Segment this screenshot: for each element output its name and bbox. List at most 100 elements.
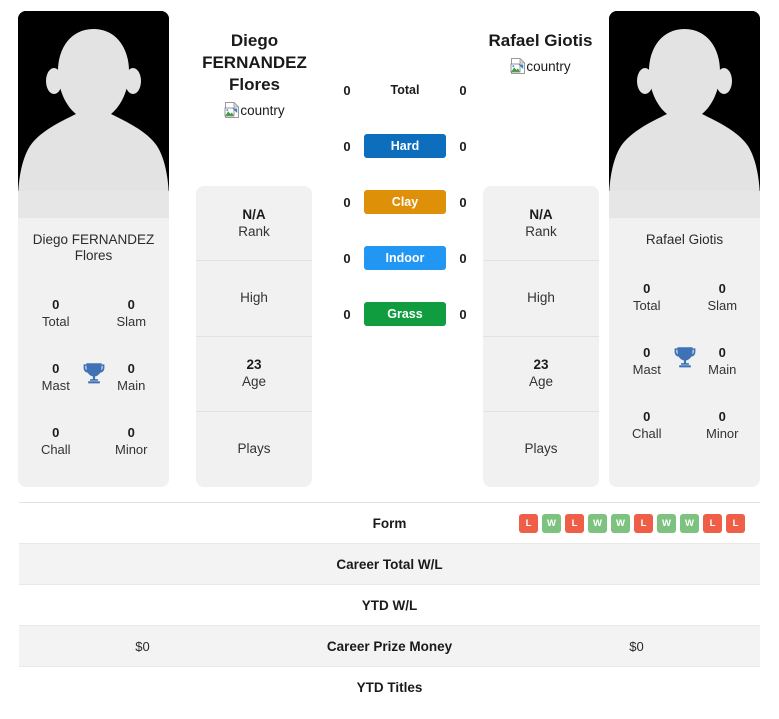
form-badge-win: W — [542, 513, 561, 533]
player-photo-card-right: Rafael Giotis 0 Total 0 Slam 0 Mast 0 Ma… — [609, 11, 760, 487]
form-badge-win: W — [680, 513, 699, 533]
info-cell-plays-left: Plays — [196, 412, 312, 487]
country-alt-text: country — [526, 58, 571, 74]
info-cell-age-left: 23 Age — [196, 337, 312, 412]
player-photo-name-left: Diego FERNANDEZ Flores — [18, 218, 169, 264]
titles-chall-label: Chall — [40, 442, 71, 457]
stat-right-value: LWLWWLWWLL — [513, 513, 760, 533]
country-alt-text: country — [240, 102, 285, 118]
titles-total-label: Total — [42, 314, 70, 329]
table-row: Career Total W/L — [19, 544, 760, 585]
titles-row-chall-minor: 0 Chall 0 Minor — [18, 424, 169, 458]
surface-row-grass: 0 Grass 0 — [325, 286, 485, 342]
photo-name-line1: Diego FERNANDEZ — [32, 232, 155, 247]
surface-badge-indoor[interactable]: Indoor — [364, 246, 446, 270]
surface-grass-left-value: 0 — [343, 306, 351, 322]
stat-label: Career Prize Money — [326, 638, 453, 654]
surface-row-indoor: 0 Indoor 0 — [325, 230, 485, 286]
player-photo-card-left: Diego FERNANDEZ Flores 0 Total 0 Slam 0 … — [18, 11, 169, 487]
form-badge-loss: L — [565, 513, 584, 533]
titles-minor-cell: 0 Minor — [685, 408, 761, 442]
surface-indoor-left-value: 0 — [343, 250, 351, 266]
surface-badge-hard[interactable]: Hard — [364, 134, 446, 158]
stat-label: YTD W/L — [361, 597, 418, 613]
surface-total-left-value: 0 — [343, 82, 351, 98]
titles-row-total-slam: 0 Total 0 Slam — [18, 296, 169, 330]
broken-image-icon — [224, 102, 240, 118]
player-title-line2: FERNANDEZ — [202, 53, 307, 72]
info-cell-plays-right: Plays — [483, 412, 599, 487]
titles-slam-label: Slam — [116, 314, 147, 329]
player-name-header-left: Diego FERNANDEZ Flores country — [189, 30, 320, 118]
surface-row-clay: 0 Clay 0 — [325, 174, 485, 230]
table-row: YTD Titles — [19, 667, 760, 708]
form-badge-loss: L — [703, 513, 722, 533]
info-cell-high-right: High — [483, 261, 599, 337]
titles-slam-cell: 0 Slam — [94, 296, 170, 330]
titles-row-chall-minor: 0 Chall 0 Minor — [609, 408, 760, 442]
titles-total-label: Total — [633, 298, 661, 313]
info-age-label: Age — [241, 374, 267, 390]
player-photo-name-right: Rafael Giotis — [609, 218, 760, 248]
player-name-header-right: Rafael Giotis country — [475, 30, 606, 74]
player-info-card-right: N/A Rank High 23 Age Plays — [483, 186, 599, 487]
stat-label: Career Total W/L — [336, 556, 443, 572]
info-rank-value: N/A — [529, 206, 553, 222]
titles-minor-label: Minor — [114, 442, 148, 457]
stat-right-value: $0 — [629, 638, 644, 654]
titles-chall-cell: 0 Chall — [18, 424, 94, 458]
player-title-line1: Diego — [230, 31, 279, 50]
surface-hard-right-value: 0 — [459, 138, 467, 154]
surface-indoor-right-value: 0 — [459, 250, 467, 266]
table-row: Form LWLWWLWWLL — [19, 503, 760, 544]
surface-grass-right-value: 0 — [459, 306, 467, 322]
form-badge-loss: L — [634, 513, 653, 533]
surface-comparison-strip: 0 Total 0 0 Hard 0 0 Clay 0 0 Indoor 0 0 — [325, 62, 485, 342]
stat-label: YTD Titles — [356, 680, 423, 695]
info-plays-label: Plays — [524, 441, 558, 457]
broken-image-icon — [510, 58, 526, 74]
trophy-icon — [672, 344, 698, 370]
titles-minor-value: 0 — [127, 425, 135, 440]
titles-chall-value: 0 — [52, 425, 60, 440]
surface-total-right-value: 0 — [459, 82, 467, 98]
surface-clay-left-value: 0 — [343, 194, 351, 210]
titles-total-cell: 0 Total — [18, 296, 94, 330]
info-cell-age-right: 23 Age — [483, 337, 599, 412]
titles-minor-label: Minor — [705, 426, 739, 441]
info-rank-value: N/A — [242, 206, 266, 222]
player-title-right: Rafael Giotis — [475, 30, 606, 52]
player-title-line3: Flores — [228, 75, 281, 94]
form-badge-loss: L — [726, 513, 745, 533]
info-cell-high-left: High — [196, 261, 312, 337]
comparison-stats-table: Form LWLWWLWWLL Career Total W/L YTD W/L… — [19, 502, 760, 708]
surface-badge-grass[interactable]: Grass — [364, 302, 446, 326]
info-rank-label: Rank — [525, 223, 557, 239]
player-avatar-left — [18, 11, 169, 218]
info-high-label: High — [527, 290, 555, 306]
player-info-card-left: N/A Rank High 23 Age Plays — [196, 186, 312, 487]
titles-total-value: 0 — [643, 281, 651, 296]
info-age-value: 23 — [246, 357, 262, 373]
table-row: YTD W/L — [19, 585, 760, 626]
info-high-label: High — [240, 290, 268, 306]
surface-hard-left-value: 0 — [343, 138, 351, 154]
trophy-icon — [81, 360, 107, 386]
form-badge-loss: L — [519, 513, 538, 533]
stat-label: Form — [372, 515, 407, 531]
info-age-label: Age — [528, 374, 554, 390]
table-row: $0 Career Prize Money $0 — [19, 626, 760, 667]
player-comparison-page: Diego FERNANDEZ Flores 0 Total 0 Slam 0 … — [0, 0, 779, 719]
titles-total-cell: 0 Total — [609, 280, 685, 314]
titles-slam-value: 0 — [127, 297, 135, 312]
form-badge-win: W — [588, 513, 607, 533]
info-age-value: 23 — [533, 357, 549, 373]
photo-name-line1: Rafael Giotis — [645, 232, 724, 247]
titles-grid-right: 0 Total 0 Slam 0 Mast 0 Main 0 Chall 0 M… — [609, 248, 760, 487]
titles-chall-value: 0 — [643, 409, 651, 424]
titles-row-total-slam: 0 Total 0 Slam — [609, 280, 760, 314]
titles-total-value: 0 — [52, 297, 60, 312]
titles-chall-label: Chall — [631, 426, 662, 441]
surface-badge-clay[interactable]: Clay — [364, 190, 446, 214]
photo-name-line2: Flores — [74, 248, 113, 263]
